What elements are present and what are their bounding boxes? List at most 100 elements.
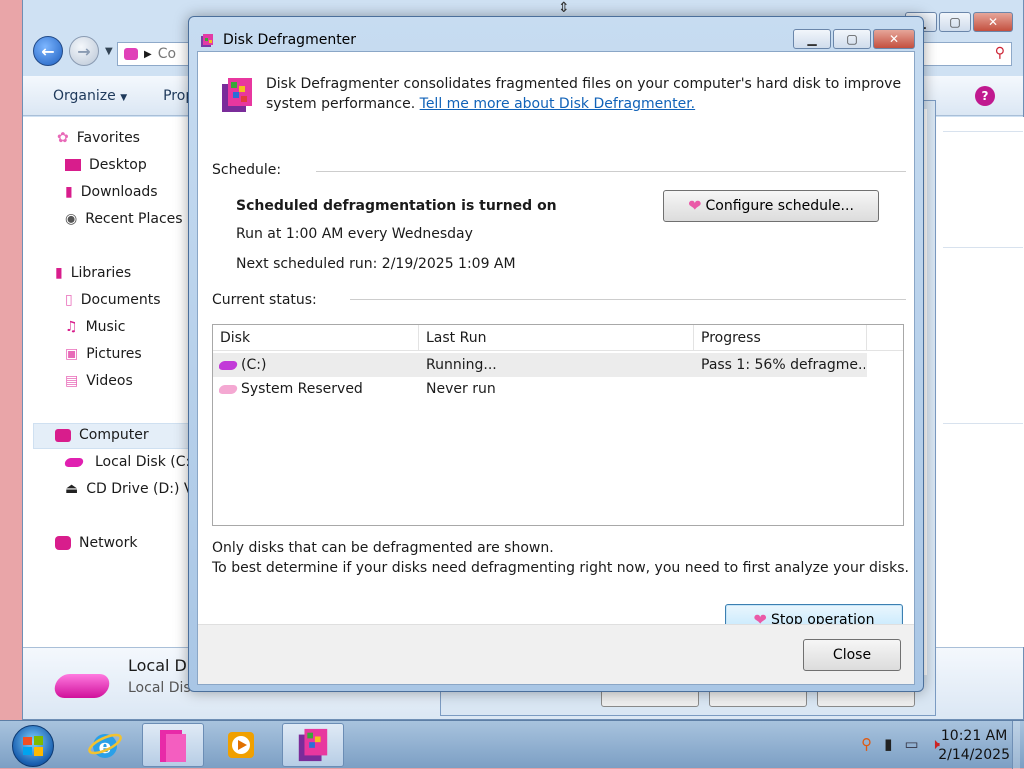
taskbar-media-player[interactable]: [210, 723, 272, 767]
sidebar-label: Local Disk (C:): [95, 454, 196, 470]
sidebar-item-cd-drive[interactable]: ⏏ CD Drive (D:) V: [65, 481, 193, 497]
column-header-progress[interactable]: Progress: [694, 325, 867, 351]
disk-name: System Reserved: [241, 381, 363, 397]
note-shown-disks: Only disks that can be defragmented are …: [212, 540, 554, 556]
sidebar-item-documents[interactable]: ▯ Documents: [65, 292, 161, 308]
organize-menu[interactable]: Organize ▼: [53, 88, 127, 104]
windows-logo-icon: [23, 736, 43, 756]
chevron-down-icon: ▼: [120, 92, 128, 103]
sidebar-label: Downloads: [80, 184, 158, 200]
column-header-disk[interactable]: Disk: [213, 325, 419, 351]
hard-disk-icon: [52, 674, 112, 698]
sidebar-item-recent-places[interactable]: ◉ Recent Places: [65, 211, 183, 227]
current-status-label: Current status:: [212, 292, 317, 308]
close-button[interactable]: ✕: [973, 12, 1013, 32]
shield-icon: ❤: [688, 196, 702, 215]
taskbar-internet-explorer[interactable]: e: [74, 723, 136, 767]
learn-more-link[interactable]: Tell me more about Disk Defragmenter.: [420, 96, 696, 112]
navigation-buttons: ← → ▼: [33, 36, 113, 66]
forward-arrow-icon[interactable]: →: [69, 36, 99, 66]
taskbar: e ⚲ ▮ ▭ 🕨 10:21 AM 2/14/2025: [0, 720, 1024, 769]
sidebar-item-pictures[interactable]: ▣ Pictures: [65, 346, 142, 362]
disk-cell: System Reserved: [219, 377, 419, 401]
column-header-last-run[interactable]: Last Run: [419, 325, 694, 351]
sidebar-item-computer[interactable]: Computer: [55, 427, 149, 443]
next-scheduled-run: Next scheduled run: 2/19/2025 1:09 AM: [236, 256, 516, 272]
dialog-body: Disk Defragmenter consolidates fragmente…: [197, 51, 915, 685]
sidebar-item-music[interactable]: ♫ Music: [65, 319, 125, 335]
sidebar-label: Libraries: [70, 265, 132, 281]
intro-description: Disk Defragmenter consolidates fragmente…: [266, 74, 906, 114]
table-row[interactable]: (C:) Running... Pass 1: 56% defragme...: [213, 353, 867, 377]
schedule-status: Scheduled defragmentation is turned on: [236, 198, 557, 214]
minimize-button[interactable]: ▁: [793, 29, 831, 49]
action-center-icon[interactable]: ⚲: [861, 735, 872, 753]
defrag-icon: [201, 34, 213, 47]
help-icon[interactable]: ?: [975, 86, 995, 106]
schedule-divider: [316, 171, 906, 172]
disk-defragmenter-icon: [222, 78, 252, 112]
dialog-title: Disk Defragmenter: [223, 32, 357, 48]
documents-icon: ▯: [65, 292, 73, 308]
divider: [943, 423, 1023, 424]
schedule-label: Schedule:: [212, 162, 282, 178]
sidebar-item-favorites[interactable]: ✿ Favorites: [57, 130, 140, 146]
cd-drive-icon: ⏏: [65, 481, 79, 497]
hard-disk-icon: [63, 457, 85, 467]
progress-cell: Pass 1: 56% defragme...: [701, 357, 865, 373]
taskbar-disk-defragmenter[interactable]: [282, 723, 344, 767]
start-button[interactable]: [12, 725, 54, 767]
clock-date: 2/14/2025: [938, 747, 1010, 763]
disk-cell: (C:): [219, 353, 419, 377]
hard-disk-icon: [219, 384, 239, 394]
navigation-pane: ✿ Favorites Desktop ▮ Downloads ◉ Recent…: [23, 117, 196, 647]
table-header: Disk Last Run Progress: [213, 325, 903, 351]
schedule-run-time: Run at 1:00 AM every Wednesday: [236, 226, 473, 242]
maximize-button[interactable]: ▢: [833, 29, 871, 49]
sidebar-item-local-disk[interactable]: Local Disk (C:): [63, 454, 196, 470]
table-row[interactable]: System Reserved Never run: [213, 377, 867, 401]
divider: [943, 131, 1023, 132]
power-icon[interactable]: ▮: [884, 735, 892, 753]
recent-places-icon: ◉: [65, 211, 78, 227]
details-title: Local Di: [128, 656, 192, 675]
configure-schedule-button[interactable]: ❤ Configure schedule...: [663, 190, 879, 222]
network-tray-icon[interactable]: ▭: [904, 735, 918, 753]
maximize-button[interactable]: ▢: [939, 12, 971, 32]
system-tray: ⚲ ▮ ▭ 🕨: [861, 735, 940, 753]
show-desktop-button[interactable]: [1012, 721, 1020, 769]
note-analyze-disks: To best determine if your disks need def…: [212, 560, 909, 576]
sidebar-item-videos[interactable]: ▤ Videos: [65, 373, 133, 389]
network-icon: [55, 536, 71, 550]
disk-list-table: Disk Last Run Progress (C:) Running... P…: [212, 324, 904, 526]
taskbar-libraries[interactable]: [142, 723, 204, 767]
recent-pages-chevron-icon[interactable]: ▼: [105, 46, 113, 57]
sidebar-label: Music: [85, 319, 126, 335]
desktop-icon: [65, 159, 81, 171]
sidebar-label: Documents: [80, 292, 161, 308]
sidebar-label: Network: [79, 535, 138, 551]
sidebar-item-libraries[interactable]: ▮ Libraries: [55, 265, 131, 281]
last-run-cell: Running...: [426, 357, 497, 373]
breadcrumb-chevron-icon[interactable]: ▶: [144, 49, 152, 60]
back-arrow-icon[interactable]: ←: [33, 36, 63, 66]
dialog-caption-buttons: ▁ ▢ ✕: [793, 29, 915, 49]
sidebar-label: Recent Places: [85, 211, 183, 227]
search-icon[interactable]: ⚲: [995, 45, 1005, 61]
pictures-icon: ▣: [65, 346, 79, 362]
close-button[interactable]: ✕: [873, 29, 915, 49]
address-text: Co: [157, 46, 177, 62]
close-dialog-button[interactable]: Close: [803, 639, 901, 671]
last-run-cell: Never run: [426, 381, 496, 397]
button-label: Configure schedule...: [705, 198, 854, 214]
star-icon: ✿: [57, 130, 69, 146]
sidebar-item-network[interactable]: Network: [55, 535, 137, 551]
computer-icon: [124, 48, 138, 60]
taskbar-clock[interactable]: 10:21 AM 2/14/2025: [938, 727, 1010, 765]
dialog-footer: Close: [198, 624, 914, 684]
sidebar-item-downloads[interactable]: ▮ Downloads: [65, 184, 158, 200]
details-subtitle: Local Dis: [128, 680, 191, 696]
sidebar-item-desktop[interactable]: Desktop: [65, 157, 147, 173]
downloads-icon: ▮: [65, 184, 73, 200]
resize-cursor-icon: ⇕: [558, 0, 570, 16]
